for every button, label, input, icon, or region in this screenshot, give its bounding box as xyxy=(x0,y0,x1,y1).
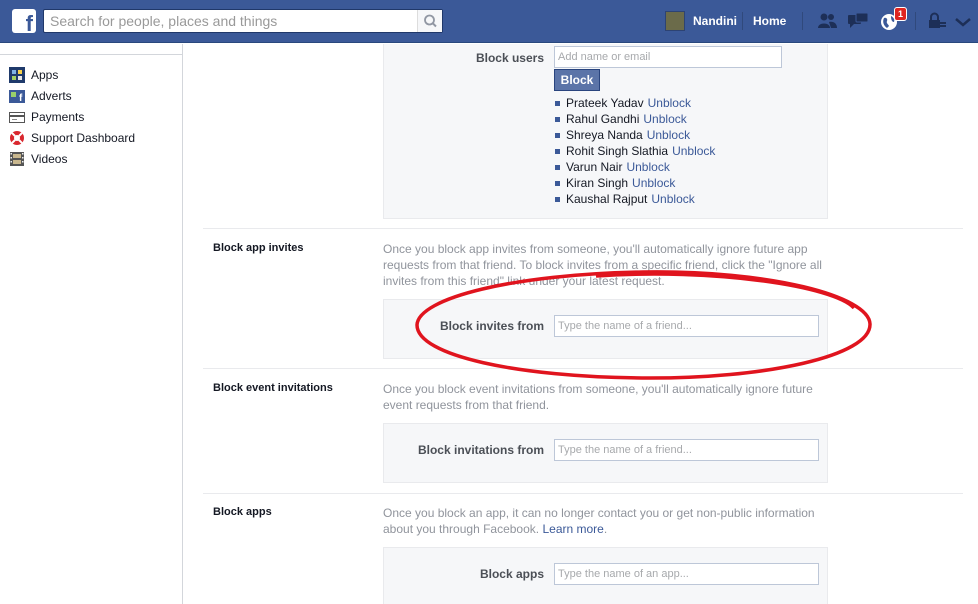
list-item: Kaushal Rajput Unblock xyxy=(555,191,715,207)
bullet xyxy=(555,100,560,106)
bullet xyxy=(555,196,560,202)
bullet xyxy=(555,148,560,154)
block-users-label: Block users xyxy=(475,51,544,65)
videos-icon xyxy=(10,152,24,166)
user-name: Nandini xyxy=(693,14,737,28)
sidebar-item-apps[interactable]: Apps xyxy=(9,66,58,84)
sidebar-item-videos[interactable]: Videos xyxy=(9,150,67,168)
divider xyxy=(802,12,803,30)
blocked-user-name: Shreya Nanda xyxy=(566,128,643,142)
divider xyxy=(915,12,916,30)
unblock-link[interactable]: Unblock xyxy=(643,111,686,127)
divider xyxy=(203,493,963,494)
block-app-invites-title: Block app invites xyxy=(213,242,304,254)
blocked-user-name: Prateek Yadav xyxy=(566,96,644,110)
divider xyxy=(0,54,182,55)
blocked-users-list: Prateek Yadav Unblock Rahul Gandhi Unblock… xyxy=(555,95,715,207)
left-sidebar: Apps f Adverts Payments Support Dashboar… xyxy=(0,44,183,604)
search-button[interactable] xyxy=(417,10,442,32)
unblock-link[interactable]: Unblock xyxy=(651,191,694,207)
list-item: Prateek Yadav Unblock xyxy=(555,95,715,111)
sidebar-item-label: Adverts xyxy=(31,89,72,103)
unblock-link[interactable]: Unblock xyxy=(648,95,691,111)
apps-icon xyxy=(9,67,25,83)
learn-more-link[interactable]: Learn more xyxy=(542,522,603,536)
profile-link[interactable]: Nandini xyxy=(665,10,737,32)
unblock-link[interactable]: Unblock xyxy=(647,127,690,143)
block-event-invitations-description: Once you block event invitations from so… xyxy=(383,382,813,412)
unblock-link[interactable]: Unblock xyxy=(672,143,715,159)
avatar xyxy=(665,11,685,31)
period: . xyxy=(603,522,608,536)
settings-menu-icon[interactable] xyxy=(952,11,974,31)
sidebar-item-payments[interactable]: Payments xyxy=(9,108,84,126)
bullet xyxy=(555,116,560,122)
list-item: Kiran Singh Unblock xyxy=(555,175,715,191)
sidebar-item-support-dashboard[interactable]: Support Dashboard xyxy=(9,129,135,147)
bullet xyxy=(555,164,560,170)
friend-requests-icon[interactable] xyxy=(816,11,838,31)
blocked-user-name: Varun Nair xyxy=(566,160,623,174)
block-invitations-from-label: Block invitations from xyxy=(417,443,544,457)
sidebar-item-adverts[interactable]: f Adverts xyxy=(9,87,72,105)
list-item: Rohit Singh Slathia Unblock xyxy=(555,143,715,159)
block-apps-title: Block apps xyxy=(213,506,272,518)
sidebar-item-label: Support Dashboard xyxy=(31,131,136,145)
notification-badge: 1 xyxy=(894,7,907,21)
facebook-logo-icon[interactable]: f xyxy=(12,9,36,35)
list-item: Varun Nair Unblock xyxy=(555,159,715,175)
block-invitations-from-input[interactable] xyxy=(554,439,819,461)
block-apps-panel: Block apps xyxy=(383,547,828,604)
bullet xyxy=(555,180,560,186)
home-link[interactable]: Home xyxy=(753,14,786,28)
payments-icon xyxy=(9,112,25,123)
adverts-icon: f xyxy=(9,90,25,104)
top-bar: f Nandini Home 1 xyxy=(0,0,978,43)
highlight-ellipse-annotation xyxy=(415,270,872,380)
blocked-user-name: Kiran Singh xyxy=(566,176,629,190)
divider xyxy=(203,228,963,229)
sidebar-item-label: Videos xyxy=(31,152,68,166)
sidebar-item-label: Payments xyxy=(31,110,85,124)
list-item: Shreya Nanda Unblock xyxy=(555,127,715,143)
search-box xyxy=(43,9,443,33)
block-users-input[interactable] xyxy=(554,46,782,68)
support-dashboard-icon xyxy=(10,131,24,145)
unblock-link[interactable]: Unblock xyxy=(626,159,669,175)
block-apps-description: Once you block an app, it can no longer … xyxy=(383,505,828,537)
blocked-user-name: Kaushal Rajput xyxy=(566,192,648,206)
sidebar-item-label: Apps xyxy=(31,68,59,82)
block-users-panel: Block users Block Prateek YadavUnblock R… xyxy=(383,44,828,219)
list-item: Rahul Gandhi Unblock xyxy=(555,111,715,127)
privacy-lock-icon[interactable] xyxy=(926,11,948,31)
bullet xyxy=(555,132,560,138)
block-event-invitations-panel: Block invitations from xyxy=(383,423,828,483)
search-input[interactable] xyxy=(50,12,410,30)
block-button[interactable]: Block xyxy=(554,69,600,91)
blocked-user-name: Rahul Gandhi xyxy=(566,112,640,126)
divider xyxy=(742,12,743,30)
block-apps-label: Block apps xyxy=(479,567,544,581)
search-icon xyxy=(424,14,437,28)
messages-icon[interactable] xyxy=(847,11,869,31)
block-event-invitations-title: Block event invitations xyxy=(213,382,333,394)
blocked-user-name: Rohit Singh Slathia xyxy=(566,144,669,158)
block-apps-input[interactable] xyxy=(554,563,819,585)
unblock-link[interactable]: Unblock xyxy=(632,175,675,191)
